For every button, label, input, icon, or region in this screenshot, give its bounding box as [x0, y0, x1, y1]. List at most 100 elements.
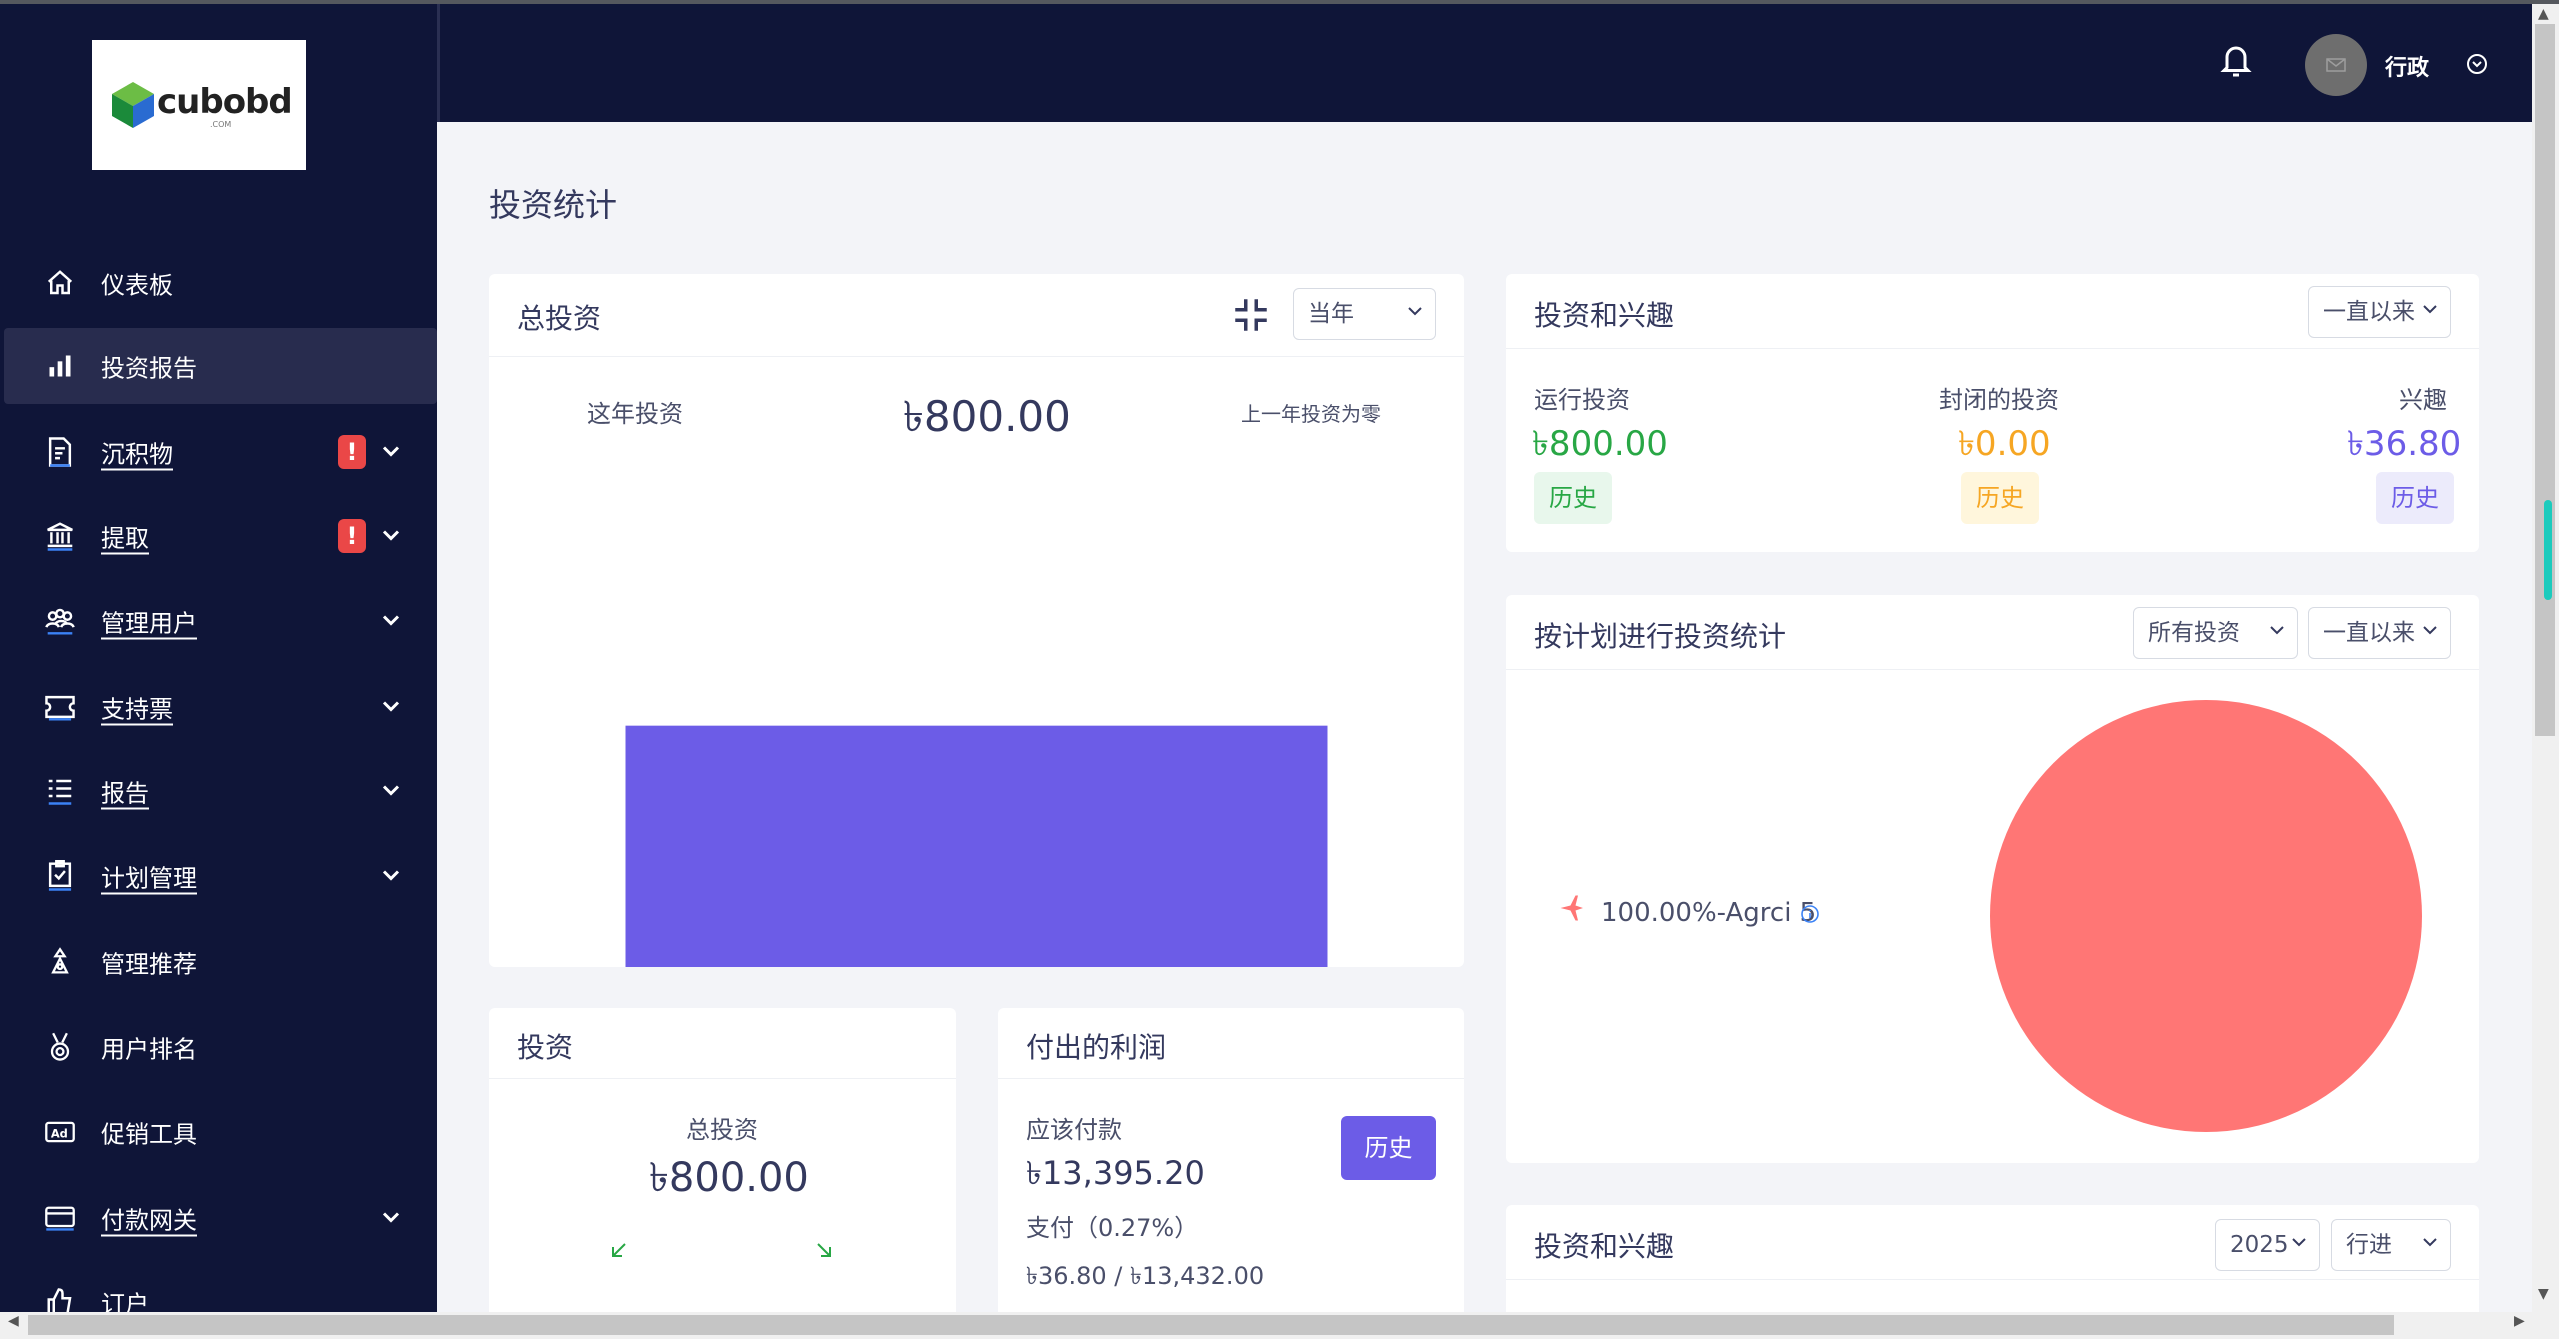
arrow-down-right-icon	[812, 1238, 836, 1266]
mode-select[interactable]: 行进	[2331, 1219, 2451, 1271]
svg-text:Ad: Ad	[51, 1127, 68, 1141]
card-title: 投资和兴趣	[1534, 299, 1675, 332]
logo[interactable]: cubobd .COM	[92, 40, 306, 170]
running-investment-label: 运行投资	[1534, 386, 1630, 414]
user-name[interactable]: 行政	[2385, 50, 2429, 82]
interest-history-button[interactable]: 历史	[2376, 472, 2454, 524]
compress-icon[interactable]	[1230, 294, 1272, 340]
card-title: 付出的利润	[1026, 1031, 1167, 1064]
sidebar-item-support-tickets[interactable]: 支持票	[0, 669, 437, 745]
pie-slice-0[interactable]	[1990, 700, 2422, 1132]
sidebar-item-reports[interactable]: 报告	[0, 753, 437, 829]
profit-history-button[interactable]: 历史	[1341, 1116, 1436, 1180]
info-icon[interactable]	[1800, 904, 1820, 928]
year-select-value: 2025	[2230, 1232, 2289, 1258]
mode-select-value: 行进	[2346, 1232, 2392, 1258]
total-investment-label: 总投资	[686, 1116, 758, 1144]
investment-filter-select[interactable]: 所有投资	[2133, 607, 2298, 659]
sidebar-item-investment-report[interactable]: 投资报告	[4, 328, 437, 404]
chevron-down-icon	[2270, 626, 2284, 635]
vertical-scrollbar-thumb[interactable]	[2535, 24, 2555, 736]
chevron-down-icon	[2423, 626, 2437, 635]
arrow-down-left-icon	[607, 1238, 631, 1266]
chevron-down-icon	[1408, 307, 1422, 316]
plan-stats-card: 按计划进行投资统计 所有投资 一直以来 100.00%-Agrci 5	[1506, 595, 2479, 1163]
chevron-down-icon[interactable]	[382, 1209, 400, 1228]
period-select-value: 一直以来	[2323, 620, 2415, 646]
card-title: 总投资	[517, 302, 602, 335]
closed-investment-value: ৳0.00	[1958, 424, 2051, 464]
period-select-value: 当年	[1308, 301, 1354, 327]
thumbs-up-icon	[40, 1282, 80, 1316]
scroll-down-arrow-icon[interactable]: ▼	[2538, 1286, 2549, 1302]
invest-interest-card: 投资和兴趣 一直以来 运行投资 ৳800.00 历史 封闭的投资 ৳0.00 历…	[1506, 274, 2479, 552]
sidebar-item-manage-referrals[interactable]: 管理推荐	[0, 924, 437, 1000]
sidebar-item-subscribers[interactable]: 订户	[0, 1264, 437, 1316]
closed-history-button[interactable]: 历史	[1961, 472, 2039, 524]
paid-label: 支付（0.27%）	[1026, 1214, 1199, 1242]
chevron-down-icon[interactable]	[382, 527, 400, 546]
sidebar-item-withdrawals[interactable]: 提取 !	[0, 498, 437, 574]
payable-value: ৳13,395.20	[1026, 1154, 1205, 1192]
bar-chart-icon	[40, 346, 80, 386]
total-investment-value: ৳800.00	[649, 1155, 809, 1201]
pie-legend-text: 100.00%-Agrci 5	[1601, 898, 1817, 928]
chevron-down-icon[interactable]	[382, 782, 400, 801]
sidebar-item-user-ranking[interactable]: 用户排名	[0, 1009, 437, 1085]
chevron-down-icon	[2423, 305, 2437, 314]
sidebar: cubobd .COM 仪表板 投资报告 沉积物 ! 提取 ! 管理用户 支持票…	[0, 4, 437, 1316]
scroll-up-arrow-icon[interactable]: ▲	[2538, 6, 2549, 22]
interest-label: 兴趣	[2399, 386, 2447, 414]
chevron-down-icon[interactable]	[382, 612, 400, 631]
page-title: 投资统计	[489, 186, 618, 224]
chevron-down-circle-icon[interactable]	[2465, 52, 2489, 80]
filter-select-value: 所有投资	[2148, 620, 2240, 646]
sidebar-item-label: 付款网关	[101, 1206, 197, 1235]
sidebar-item-label: 提取	[101, 524, 149, 553]
running-history-button[interactable]: 历史	[1534, 472, 1612, 524]
bank-icon	[40, 516, 80, 556]
card-title: 投资和兴趣	[1534, 1230, 1675, 1263]
sidebar-item-label: 投资报告	[101, 354, 197, 383]
period-select[interactable]: 一直以来	[2308, 607, 2451, 659]
chevron-down-icon[interactable]	[382, 867, 400, 886]
sidebar-item-plan-management[interactable]: 计划管理	[0, 838, 437, 914]
horizontal-scrollbar-thumb[interactable]	[28, 1315, 2394, 1335]
last-year-note: 上一年投资为零	[1241, 402, 1381, 426]
scroll-left-arrow-icon[interactable]: ◀	[8, 1313, 19, 1329]
sidebar-item-payment-gateway[interactable]: 付款网关	[0, 1180, 437, 1256]
investment-bar-chart	[625, 725, 1328, 967]
home-icon	[40, 263, 80, 303]
period-select[interactable]: 一直以来	[2308, 286, 2451, 338]
scroll-right-arrow-icon[interactable]: ▶	[2514, 1313, 2525, 1329]
sidebar-item-label: 计划管理	[101, 864, 197, 893]
card-title: 投资	[517, 1031, 574, 1064]
sidebar-item-label: 促销工具	[101, 1120, 197, 1149]
medal-icon	[40, 1027, 80, 1067]
clipboard-icon	[40, 856, 80, 896]
alert-badge: !	[338, 519, 366, 553]
running-investment-value: ৳800.00	[1532, 424, 1668, 464]
card-title: 按计划进行投资统计	[1534, 620, 1787, 653]
sidebar-item-label: 报告	[101, 779, 149, 808]
logo-cube-icon	[112, 82, 154, 128]
chevron-down-icon	[2423, 1238, 2437, 1247]
paid-value: ৳36.80 / ৳13,432.00	[1026, 1262, 1265, 1290]
referral-icon	[40, 942, 80, 982]
logo-subtext: .COM	[210, 120, 232, 129]
avatar[interactable]	[2305, 34, 2367, 96]
bell-icon[interactable]	[2218, 40, 2254, 84]
bar-0	[625, 725, 1328, 967]
chevron-down-icon[interactable]	[382, 443, 400, 462]
sidebar-item-deposits[interactable]: 沉积物 !	[0, 414, 437, 490]
sidebar-item-dashboard[interactable]: 仪表板	[0, 245, 437, 321]
sidebar-item-promo-tools[interactable]: Ad 促销工具	[0, 1094, 437, 1170]
period-select[interactable]: 当年	[1293, 288, 1436, 340]
investment-card: 投资 总投资 ৳800.00	[489, 1008, 956, 1312]
payable-label: 应该付款	[1026, 1116, 1122, 1144]
sidebar-item-manage-users[interactable]: 管理用户	[0, 583, 437, 659]
chevron-down-icon[interactable]	[382, 698, 400, 717]
sidebar-item-label: 用户排名	[101, 1035, 197, 1064]
year-select[interactable]: 2025	[2215, 1219, 2320, 1271]
list-icon	[40, 771, 80, 811]
